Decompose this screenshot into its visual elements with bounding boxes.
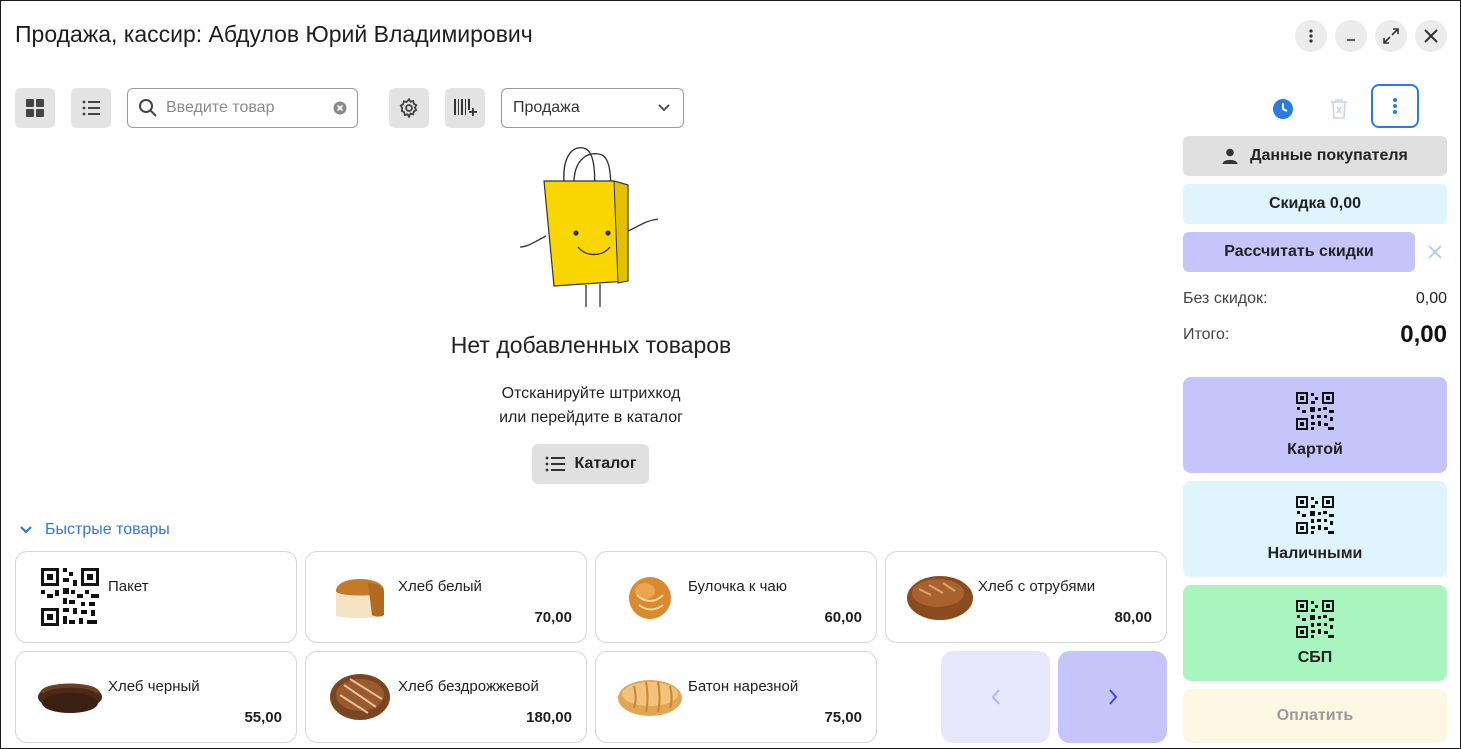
empty-cart-subtitle: Отсканируйте штрихкод или перейдите в ка… bbox=[341, 382, 841, 430]
settings-button[interactable] bbox=[389, 88, 429, 128]
empty-cart-subtitle-line1: Отсканируйте штрихкод bbox=[501, 385, 681, 402]
without-discount-value: 0,00 bbox=[1415, 290, 1447, 307]
chevron-right-icon bbox=[1108, 689, 1117, 705]
list-icon bbox=[82, 100, 100, 116]
baton-image bbox=[614, 666, 686, 728]
next-page-button[interactable] bbox=[1058, 651, 1167, 743]
pay-by-sbp-label: СБП bbox=[1297, 649, 1333, 666]
operation-mode-value: Продажа bbox=[513, 99, 580, 116]
empty-cart-subtitle-line2: или перейдите в каталог bbox=[499, 409, 683, 426]
window-menu-button[interactable] bbox=[1295, 20, 1327, 52]
trash-icon bbox=[1331, 99, 1347, 119]
quick-products-header: Быстрые товары bbox=[45, 521, 170, 538]
quick-product-price: 180,00 bbox=[526, 709, 572, 726]
discount-label: Скидка 0,00 bbox=[1268, 195, 1362, 212]
quick-product-name: Пакет bbox=[108, 578, 149, 595]
quick-product-tile[interactable]: Хлеб черный 55,00 bbox=[15, 651, 297, 743]
quick-product-name: Булочка к чаю bbox=[688, 578, 787, 595]
list-view-button[interactable] bbox=[71, 88, 111, 128]
quick-product-name: Батон нарезной bbox=[688, 678, 799, 695]
shopping-bag-illustration bbox=[519, 147, 659, 307]
white-bread-image bbox=[324, 566, 396, 628]
quick-product-tile[interactable]: Батон нарезной 75,00 bbox=[595, 651, 877, 743]
minimize-icon bbox=[1347, 39, 1355, 41]
chevron-left-icon bbox=[991, 689, 1000, 705]
pay-by-sbp-button[interactable]: СБП bbox=[1183, 585, 1447, 681]
quick-product-name: Хлеб бездрожжевой bbox=[398, 678, 539, 695]
history-button[interactable] bbox=[1259, 87, 1307, 131]
grid-view-button[interactable] bbox=[15, 88, 55, 128]
minimize-button[interactable] bbox=[1335, 20, 1367, 52]
more-vertical-icon bbox=[1309, 29, 1313, 43]
quick-product-price: 70,00 bbox=[534, 609, 572, 626]
search-icon bbox=[139, 99, 157, 117]
pay-by-card-label: Картой bbox=[1287, 441, 1343, 458]
without-discount-row: Без скидок: 0,00 bbox=[1183, 290, 1447, 308]
quick-products-toggle[interactable]: Быстрые товары bbox=[19, 521, 170, 539]
pay-by-cash-label: Наличными bbox=[1267, 545, 1363, 562]
customer-data-label: Данные покупателя bbox=[1250, 147, 1408, 164]
quick-product-name: Хлеб белый bbox=[398, 578, 482, 595]
sale-window: Продажа, кассир: Абдулов Юрий Владимиров… bbox=[0, 0, 1461, 749]
total-label: Итого: bbox=[1183, 326, 1230, 343]
qr-code-icon bbox=[34, 566, 106, 628]
gear-icon bbox=[399, 97, 418, 119]
quick-product-tile[interactable]: Пакет bbox=[15, 551, 297, 643]
operation-mode-select[interactable]: Продажа bbox=[501, 88, 684, 128]
total-row: Итого: 0,00 bbox=[1183, 321, 1447, 349]
bran-bread-image bbox=[904, 566, 976, 628]
empty-cart-title: Нет добавленных товаров bbox=[450, 332, 732, 358]
grid-icon bbox=[26, 99, 44, 117]
previous-page-button[interactable] bbox=[941, 651, 1050, 743]
quick-product-price: 60,00 bbox=[824, 609, 862, 626]
qr-code-icon bbox=[1296, 496, 1334, 534]
person-icon bbox=[1222, 148, 1238, 164]
close-icon[interactable] bbox=[1427, 244, 1443, 260]
total-value: 0,00 bbox=[1400, 321, 1447, 348]
clock-icon bbox=[1273, 99, 1293, 119]
barcode-add-icon bbox=[454, 99, 477, 116]
pay-button-label: Оплатить bbox=[1276, 707, 1354, 724]
quick-product-tile[interactable]: Хлеб бездрожжевой 180,00 bbox=[305, 651, 587, 743]
quick-product-price: 75,00 bbox=[824, 709, 862, 726]
black-bread-image bbox=[34, 666, 106, 728]
search-input[interactable] bbox=[166, 99, 326, 117]
quick-product-tile[interactable]: Булочка к чаю 60,00 bbox=[595, 551, 877, 643]
quick-product-tile[interactable]: Хлеб белый 70,00 bbox=[305, 551, 587, 643]
calculate-discounts-label: Рассчитать скидки bbox=[1224, 243, 1374, 260]
more-options-button[interactable] bbox=[1371, 84, 1419, 128]
quick-product-price: 80,00 bbox=[1114, 609, 1152, 626]
qr-code-icon bbox=[1296, 392, 1334, 430]
discount-button[interactable]: Скидка 0,00 bbox=[1183, 184, 1447, 224]
pay-by-card-button[interactable]: Картой bbox=[1183, 377, 1447, 473]
quick-product-price: 55,00 bbox=[244, 709, 282, 726]
customer-data-button[interactable]: Данные покупателя bbox=[1183, 136, 1447, 176]
qr-code-icon bbox=[1296, 600, 1334, 638]
catalog-button-label: Каталог bbox=[574, 455, 637, 472]
chevron-down-icon bbox=[658, 104, 670, 112]
product-search[interactable] bbox=[127, 88, 358, 128]
add-barcode-button[interactable] bbox=[445, 88, 485, 128]
maximize-button[interactable] bbox=[1375, 20, 1407, 52]
pay-button[interactable]: Оплатить bbox=[1183, 689, 1447, 743]
quick-product-name: Хлеб черный bbox=[108, 678, 200, 695]
quick-product-name: Хлеб с отрубями bbox=[978, 578, 1096, 595]
close-icon bbox=[1424, 29, 1438, 43]
yeast-free-bread-image bbox=[324, 666, 396, 728]
clear-search-icon[interactable] bbox=[333, 101, 347, 115]
expand-icon bbox=[1383, 28, 1399, 44]
without-discount-label: Без скидок: bbox=[1183, 290, 1268, 307]
quick-product-tile[interactable]: Хлеб с отрубями 80,00 bbox=[885, 551, 1167, 643]
more-vertical-icon bbox=[1393, 98, 1397, 114]
calculate-discounts-button[interactable]: Рассчитать скидки bbox=[1183, 232, 1415, 272]
window-title: Продажа, кассир: Абдулов Юрий Владимиров… bbox=[15, 21, 533, 47]
catalog-button[interactable]: Каталог bbox=[532, 444, 649, 484]
pay-by-cash-button[interactable]: Наличными bbox=[1183, 481, 1447, 577]
close-button[interactable] bbox=[1415, 20, 1447, 52]
clear-cart-button[interactable] bbox=[1315, 87, 1363, 131]
chevron-down-icon bbox=[20, 526, 32, 534]
tea-bun-image bbox=[614, 566, 686, 628]
list-icon bbox=[545, 456, 565, 472]
